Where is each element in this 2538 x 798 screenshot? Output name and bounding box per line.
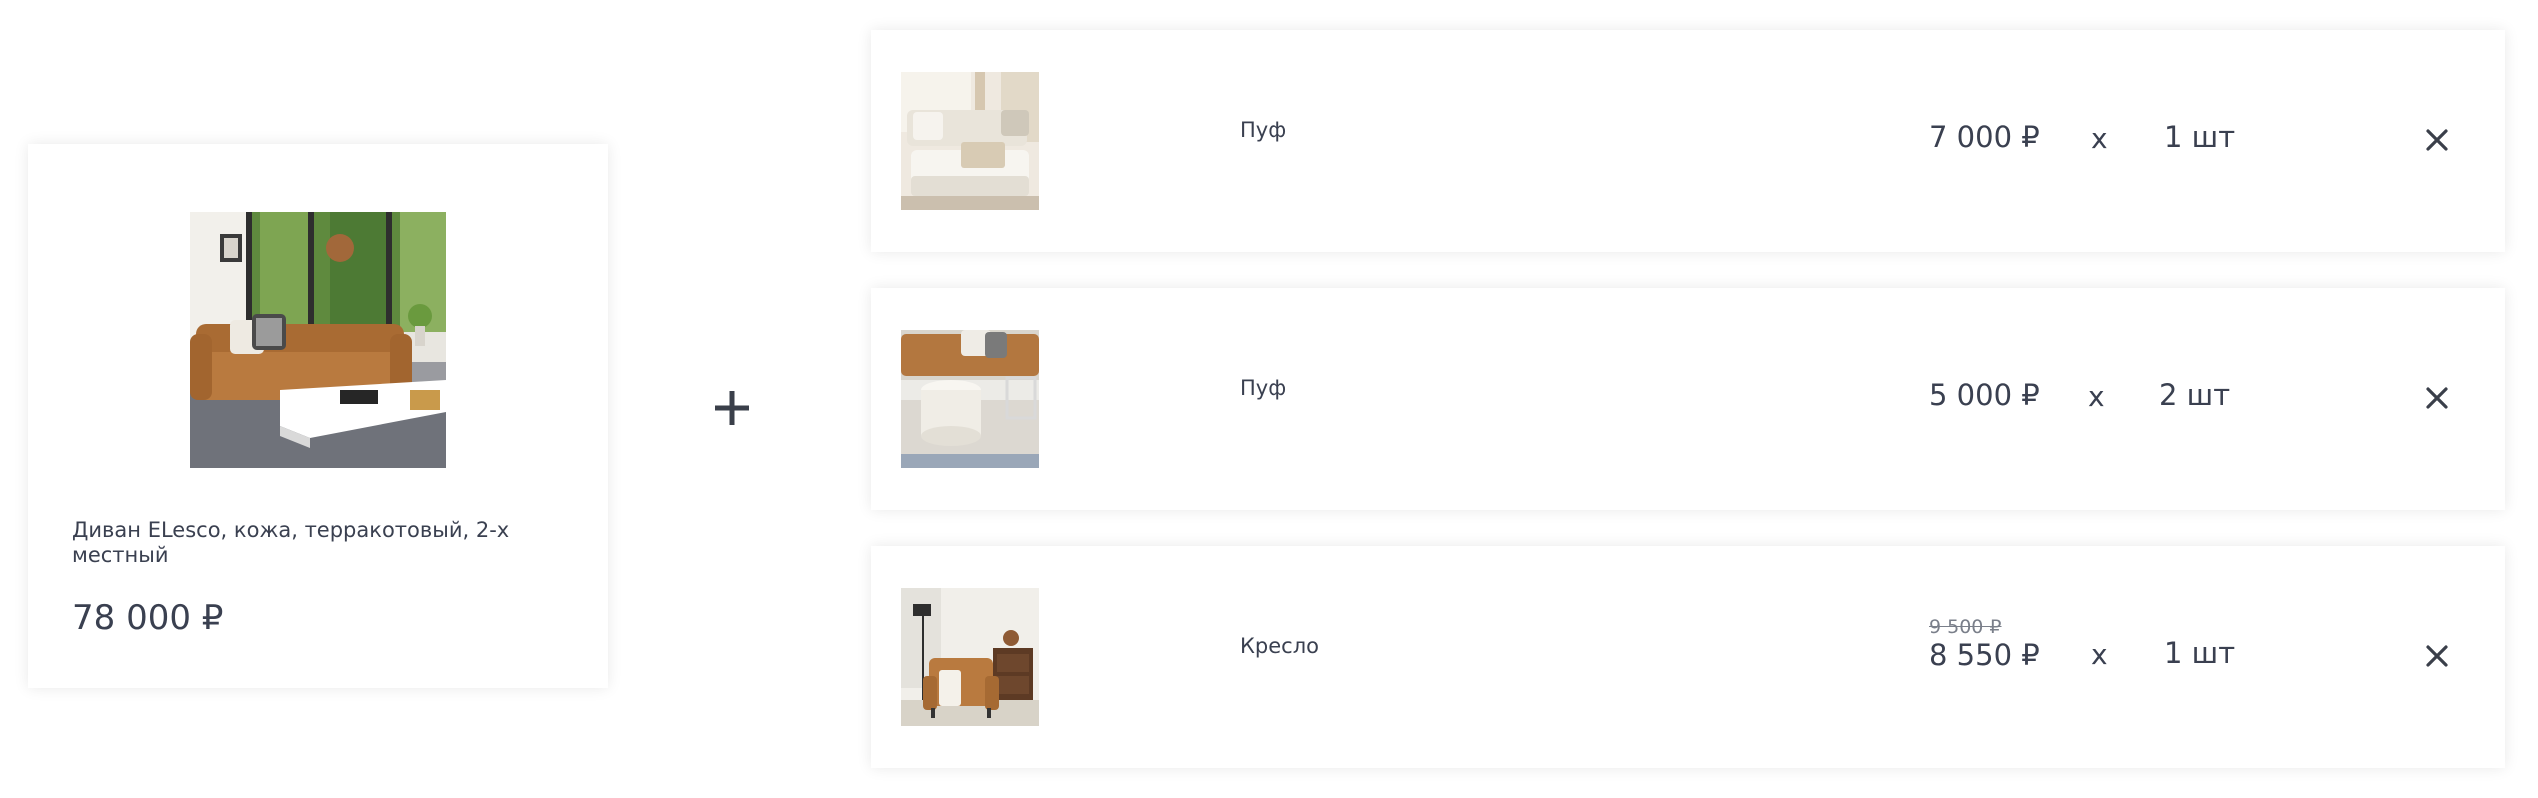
accessory-name[interactable]: Пуф	[1240, 118, 1286, 142]
white-pouf-photo[interactable]	[901, 72, 1039, 210]
multiply-sign: x	[2091, 122, 2108, 155]
accessory-old-price: 9 500 ₽	[1929, 616, 2002, 638]
round-pouf-photo[interactable]	[901, 330, 1039, 468]
accessory-quantity: 1 шт	[2164, 636, 2236, 670]
accessory-name[interactable]: Пуф	[1240, 376, 1286, 400]
product-title[interactable]: Диван ELesco, кожа, терракотовый, 2-х ме…	[72, 518, 512, 568]
multiply-sign: x	[2091, 638, 2108, 671]
multiply-sign: x	[2088, 380, 2105, 413]
sofa-photo[interactable]	[190, 212, 446, 468]
accessory-price: 5 000 ₽	[1929, 378, 2040, 412]
main-product-card: Диван ELesco, кожа, терракотовый, 2-х ме…	[28, 144, 608, 688]
armchair-photo[interactable]	[901, 588, 1039, 726]
product-price: 78 000 ₽	[72, 598, 224, 638]
close-icon[interactable]	[2424, 385, 2450, 411]
accessory-row: Кресло 9 500 ₽ 8 550 ₽ x 1 шт	[871, 546, 2505, 768]
accessory-quantity: 1 шт	[2164, 120, 2236, 154]
accessory-quantity: 2 шт	[2159, 378, 2231, 412]
accessory-price: 8 550 ₽	[1929, 638, 2040, 672]
accessory-row: Пуф 5 000 ₽ x 2 шт	[871, 288, 2505, 510]
close-icon[interactable]	[2424, 127, 2450, 153]
close-icon[interactable]	[2424, 643, 2450, 669]
plus-icon	[710, 386, 754, 430]
accessory-price: 7 000 ₽	[1929, 120, 2040, 154]
accessory-name[interactable]: Кресло	[1240, 634, 1319, 658]
accessory-row: Пуф 7 000 ₽ x 1 шт	[871, 30, 2505, 252]
